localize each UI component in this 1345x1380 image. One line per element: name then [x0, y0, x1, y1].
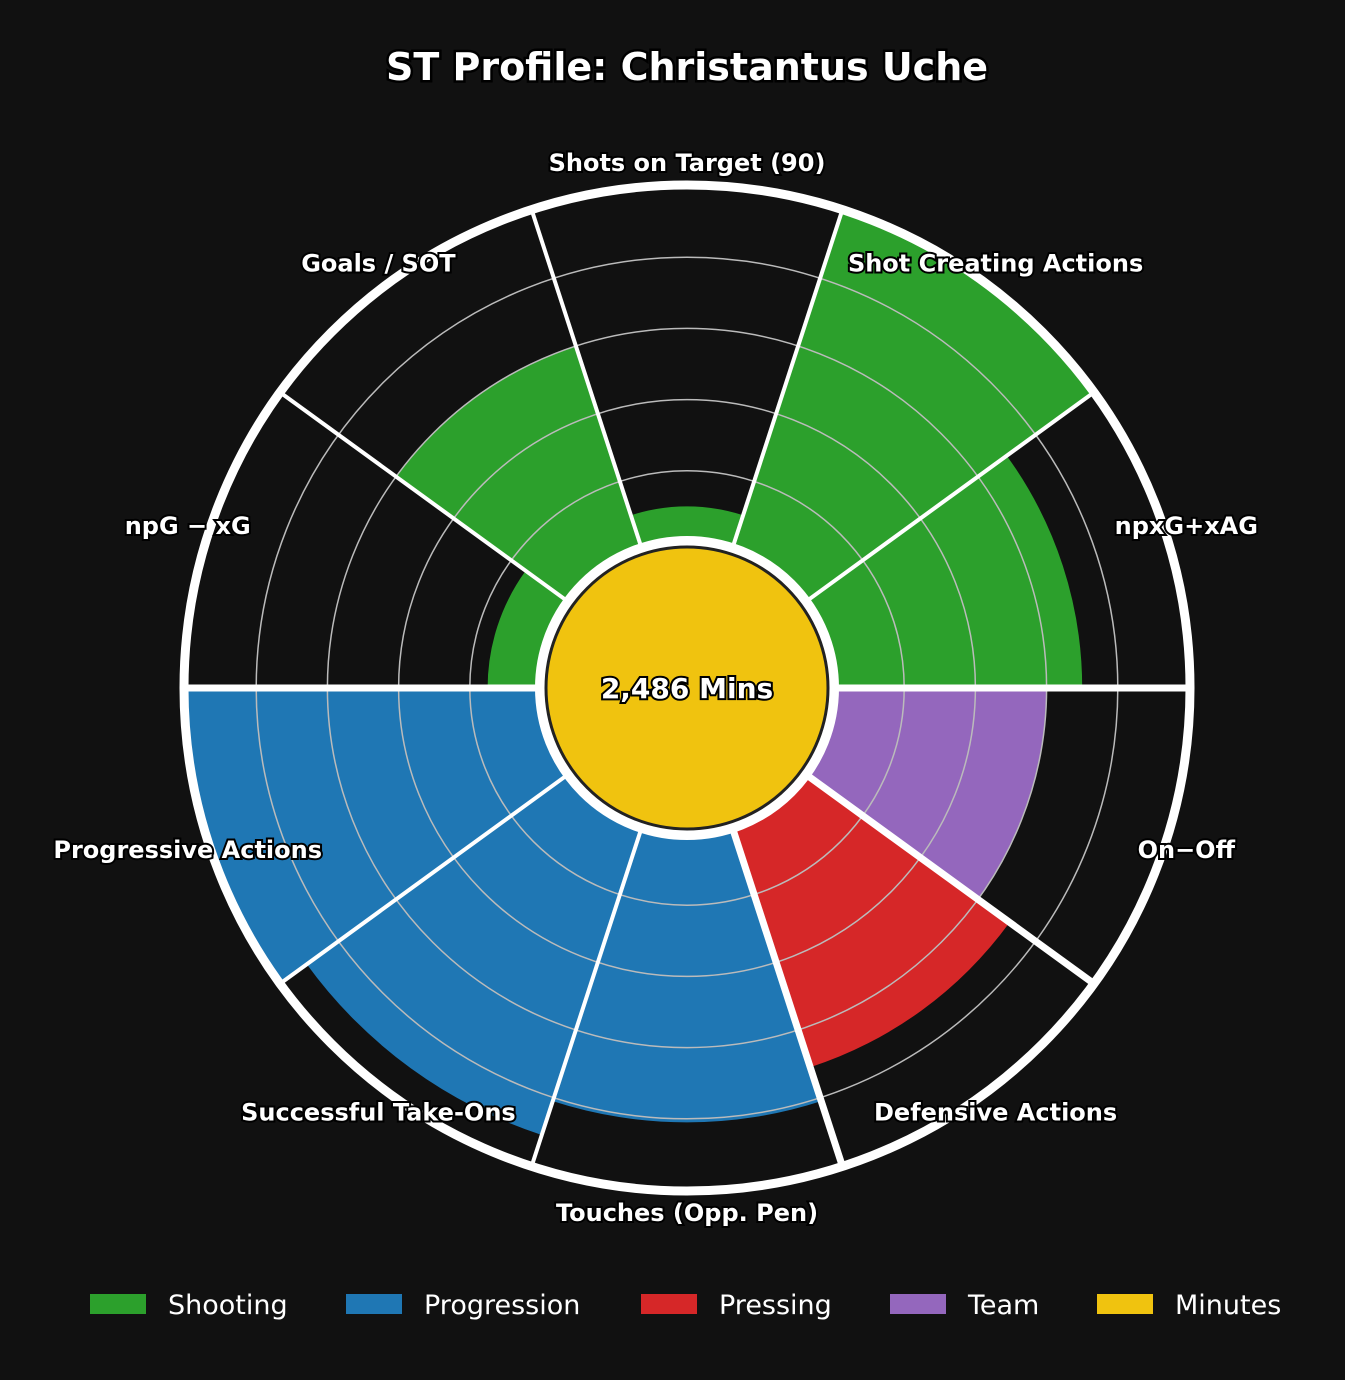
- chart-title: ST Profile: Christantus Uche: [386, 45, 988, 89]
- category-label-8: npG − xG: [125, 512, 251, 540]
- category-label-2: npxG+xAG: [1115, 512, 1258, 540]
- category-label-3: On−Off: [1138, 836, 1236, 864]
- legend-label-3: Team: [967, 1290, 1039, 1321]
- category-label-9: Goals / SOT: [301, 249, 456, 277]
- category-label-0: Shots on Target (90): [549, 149, 826, 177]
- legend-label-2: Pressing: [719, 1290, 832, 1321]
- category-label-5: Touches (Opp. Pen): [556, 1199, 818, 1227]
- legend-swatch-3: [890, 1294, 946, 1314]
- center-minutes-label: 2,486 Mins: [601, 672, 773, 705]
- category-label-4: Defensive Actions: [874, 1099, 1117, 1127]
- polar-chart: ST Profile: Christantus Uche 2,486 Mins …: [0, 0, 1345, 1380]
- legend-swatch-2: [641, 1294, 697, 1314]
- legend-label-4: Minutes: [1175, 1290, 1281, 1321]
- category-label-7: Progressive Actions: [53, 836, 322, 864]
- legend-label-1: Progression: [424, 1290, 580, 1321]
- legend-swatch-1: [346, 1294, 402, 1314]
- legend-swatch-4: [1097, 1294, 1153, 1314]
- legend-label-0: Shooting: [168, 1290, 288, 1321]
- legend-swatch-0: [90, 1294, 146, 1314]
- category-label-1: Shot Creating Actions: [848, 249, 1143, 277]
- category-label-6: Successful Take-Ons: [241, 1099, 516, 1127]
